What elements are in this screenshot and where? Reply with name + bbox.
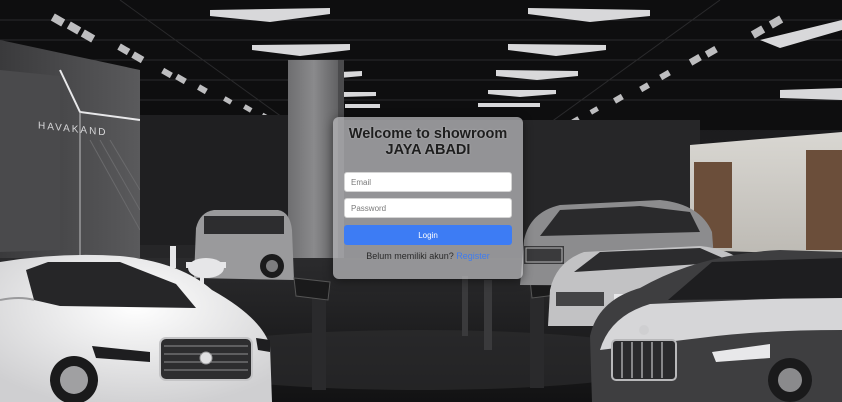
register-line: Belum memiliki akun? Register [344, 251, 512, 261]
login-button[interactable]: Login [344, 225, 512, 245]
password-field[interactable] [344, 198, 512, 218]
title-line-2: JAYA ABADI [385, 142, 471, 158]
register-prompt: Belum memiliki akun? [366, 251, 454, 261]
email-field[interactable] [344, 172, 512, 192]
register-link[interactable]: Register [456, 251, 490, 261]
login-title: Welcome to showroom JAYA ABADI [344, 126, 512, 158]
showroom-background: HAVAKAND Welcome to showroom JAYA ABADI … [0, 0, 842, 402]
login-card: Welcome to showroom JAYA ABADI Login Bel… [333, 117, 523, 279]
title-line-1: Welcome to showroom [348, 126, 508, 142]
